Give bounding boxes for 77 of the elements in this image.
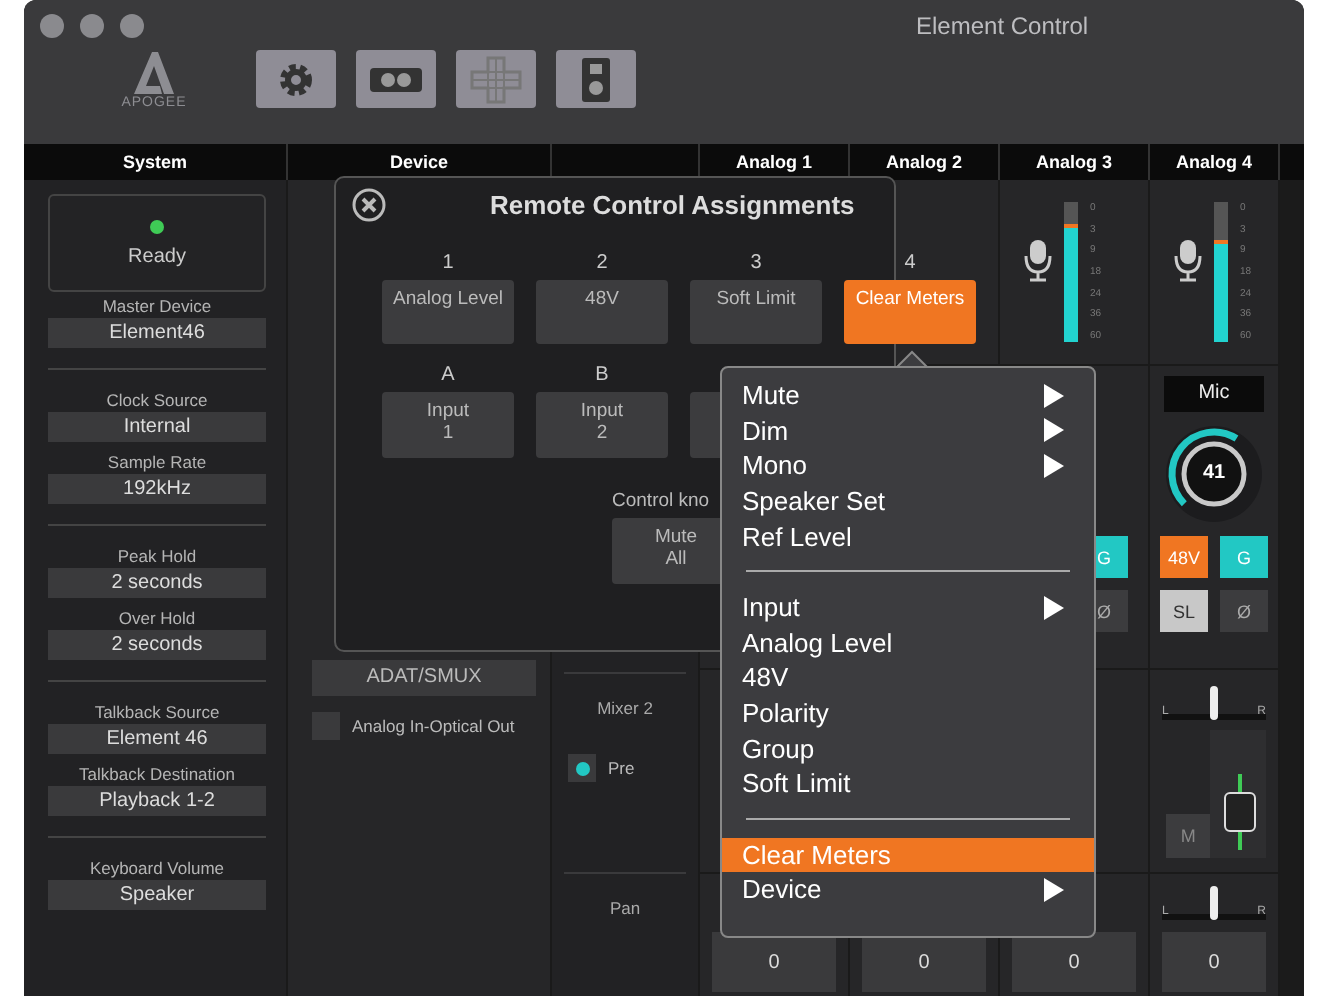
option-label: Analog In-Optical Out	[352, 716, 515, 736]
button-number: 2	[596, 252, 608, 276]
microphone-icon	[1174, 238, 1202, 282]
remote-icon	[580, 55, 612, 103]
assignment-button[interactable]: Input 2	[536, 392, 668, 458]
logo-icon	[128, 48, 180, 96]
input-letter: A	[441, 364, 455, 388]
gear-icon	[276, 59, 316, 99]
device-icon	[368, 65, 424, 93]
assignment-button[interactable]: Analog Level	[382, 280, 514, 344]
settings-button[interactable]	[256, 50, 336, 108]
output-mode-dropdown[interactable]: ADAT/SMUX	[312, 660, 536, 696]
menu-item[interactable]: Device	[722, 872, 1094, 908]
window-title: Element Control	[916, 12, 1089, 40]
level-meter	[1214, 202, 1228, 342]
minimize-window-button[interactable]	[80, 14, 104, 38]
value-field[interactable]: 0	[1162, 932, 1266, 992]
remote-button[interactable]	[556, 50, 636, 108]
setting-dropdown[interactable]: Element 46	[48, 724, 266, 754]
input-letter: B	[595, 364, 609, 388]
menu-item[interactable]: Polarity	[722, 695, 1094, 731]
setting-dropdown[interactable]: Element46	[48, 318, 266, 348]
menu-item[interactable]: Mute	[722, 378, 1094, 414]
setting-label: Master Device	[102, 296, 212, 316]
menu-item[interactable]: 48V	[722, 660, 1094, 696]
assignment-button[interactable]: Input 1	[382, 392, 514, 458]
setting-dropdown[interactable]: 2 seconds	[48, 568, 266, 598]
setting-label: Talkback Source	[94, 702, 220, 722]
menu-item[interactable]: Group	[722, 730, 1094, 766]
button-number: 4	[904, 252, 916, 276]
pan-label: Pan	[609, 898, 641, 918]
device-button[interactable]	[356, 50, 436, 108]
setting-dropdown[interactable]: Internal	[48, 412, 266, 442]
value-field[interactable]: 0	[862, 932, 986, 992]
input-type-label: Mic	[1164, 376, 1264, 412]
cross-grid-icon	[470, 55, 522, 103]
status-text: Ready	[128, 245, 186, 267]
level-meter	[1064, 202, 1078, 342]
menu-item[interactable]: Mono	[722, 448, 1094, 484]
close-icon[interactable]	[352, 188, 386, 222]
menu-item[interactable]: Dim	[722, 413, 1094, 449]
control-knob-label: Control kno	[612, 490, 710, 512]
status-led-icon	[150, 219, 164, 233]
zoom-window-button[interactable]	[120, 14, 144, 38]
submenu-arrow-icon	[1044, 418, 1064, 443]
mixer-label: Mixer 2	[597, 698, 653, 718]
submenu-arrow-icon	[1044, 453, 1064, 478]
setting-label: Over Hold	[118, 608, 196, 628]
setting-label: Sample Rate	[107, 452, 207, 472]
volume-fader[interactable]	[1210, 730, 1266, 858]
submenu-arrow-icon	[1044, 383, 1064, 408]
value-field[interactable]: 0	[712, 932, 836, 992]
button-number: 3	[750, 252, 762, 276]
microphone-icon	[1024, 238, 1052, 282]
radio-button[interactable]	[568, 754, 596, 782]
setting-dropdown[interactable]: Speaker	[48, 880, 266, 910]
button-number: 1	[442, 252, 454, 276]
close-window-button[interactable]	[40, 14, 64, 38]
setting-label: Keyboard Volume	[89, 858, 225, 878]
setting-dropdown[interactable]: Playback 1-2	[48, 786, 266, 816]
setting-label: Talkback Destination	[79, 764, 235, 784]
setting-label: Clock Source	[106, 390, 208, 410]
channel-toggle-button[interactable]: SL	[1160, 590, 1208, 632]
assignment-button[interactable]: 48V	[536, 280, 668, 344]
gain-knob[interactable]: 41	[1164, 424, 1264, 524]
setting-dropdown[interactable]: 2 seconds	[48, 630, 266, 660]
assignment-button[interactable]: Soft Limit	[690, 280, 822, 344]
setting-label: Peak Hold	[117, 546, 197, 566]
setting-dropdown[interactable]: 192kHz	[48, 474, 266, 504]
submenu-arrow-icon	[1044, 595, 1064, 620]
dialog-title: Remote Control Assignments	[490, 190, 855, 220]
submenu-arrow-icon	[1044, 877, 1064, 902]
value-field[interactable]: 0	[1012, 932, 1136, 992]
menu-item[interactable]: Soft Limit	[722, 765, 1094, 802]
menu-item[interactable]: Speaker Set	[722, 483, 1094, 519]
channel-toggle-button[interactable]: Ø	[1220, 590, 1268, 632]
option-label: Pre	[608, 758, 635, 778]
